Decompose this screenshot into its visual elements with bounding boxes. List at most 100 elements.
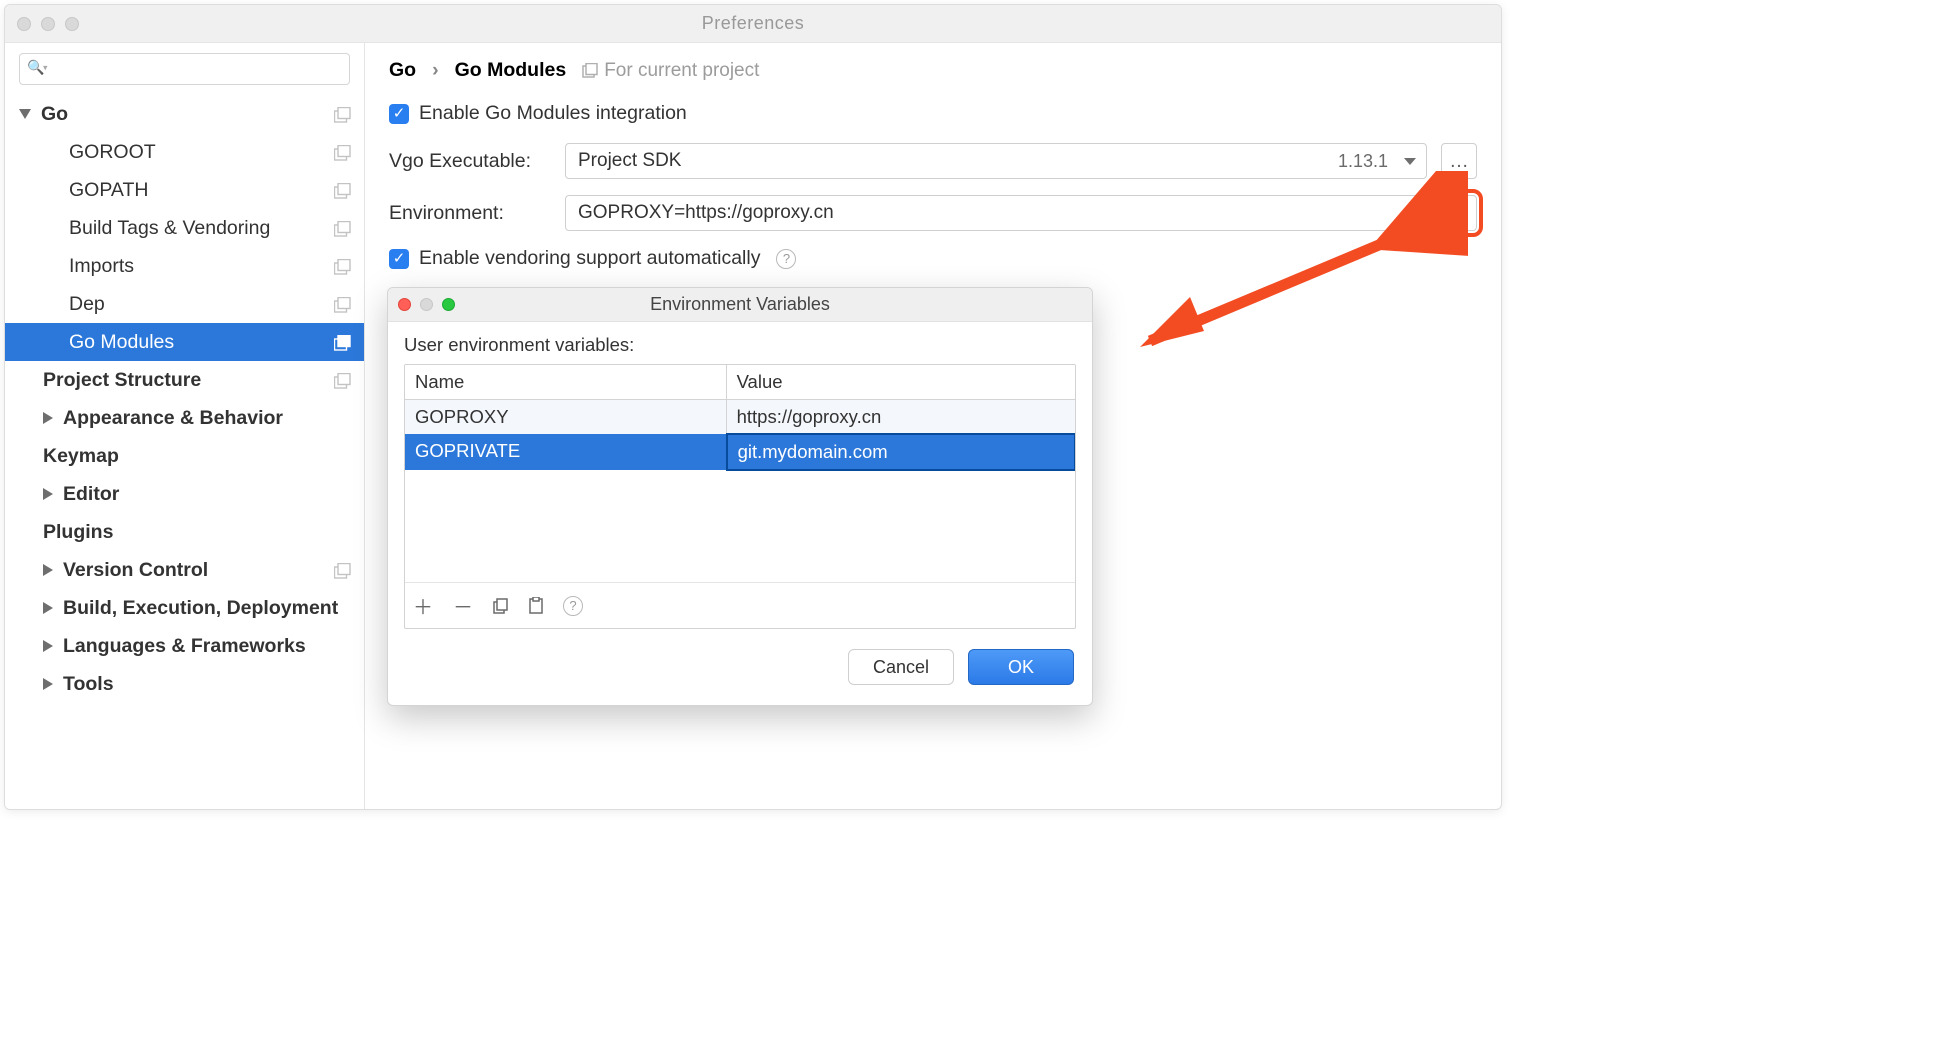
copy-icon[interactable] bbox=[493, 591, 509, 620]
sidebar-item-build-tags-vendoring[interactable]: Build Tags & Vendoring bbox=[5, 209, 364, 247]
sidebar-item-build-execution-deployment[interactable]: Build, Execution, Deployment bbox=[5, 589, 364, 627]
cell-value[interactable]: git.mydomain.com bbox=[726, 433, 1076, 471]
window-controls bbox=[17, 17, 79, 31]
environment-variables-dialog: Environment Variables User environment v… bbox=[387, 287, 1093, 706]
breadcrumb-part[interactable]: Go bbox=[389, 59, 416, 82]
sidebar-item-go[interactable]: Go bbox=[5, 95, 364, 133]
project-scope-icon bbox=[334, 220, 352, 236]
sidebar-item-tools[interactable]: Tools bbox=[5, 665, 364, 703]
breadcrumb: Go › Go Modules For current project bbox=[389, 59, 1477, 82]
sidebar-item-label: Editor bbox=[63, 483, 119, 506]
vgo-version: 1.13.1 bbox=[1338, 151, 1414, 172]
sidebar-item-label: Tools bbox=[63, 673, 114, 696]
vgo-value: Project SDK bbox=[578, 150, 681, 172]
close-icon[interactable] bbox=[17, 17, 31, 31]
chevron-right-icon[interactable] bbox=[43, 602, 53, 614]
chevron-right-icon[interactable] bbox=[43, 488, 53, 500]
sidebar-item-imports[interactable]: Imports bbox=[5, 247, 364, 285]
sidebar-item-label: GOROOT bbox=[69, 141, 156, 164]
column-value-header[interactable]: Value bbox=[727, 365, 1075, 399]
sidebar-item-label: GOPATH bbox=[69, 179, 148, 202]
chevron-down-icon[interactable] bbox=[19, 109, 31, 119]
sidebar-item-label: Appearance & Behavior bbox=[63, 407, 283, 430]
help-icon[interactable]: ? bbox=[563, 591, 583, 620]
sidebar-item-project-structure[interactable]: Project Structure bbox=[5, 361, 364, 399]
remove-icon[interactable]: － bbox=[453, 591, 473, 620]
sidebar-item-languages-frameworks[interactable]: Languages & Frameworks bbox=[5, 627, 364, 665]
enable-go-modules-row[interactable]: ✓ Enable Go Modules integration bbox=[389, 102, 1477, 125]
edit-environment-button[interactable] bbox=[1441, 195, 1477, 231]
chevron-down-icon: ▾ bbox=[43, 63, 48, 74]
table-row[interactable]: GOPRIVATE git.mydomain.com bbox=[405, 434, 1075, 470]
sidebar-item-keymap[interactable]: Keymap bbox=[5, 437, 364, 475]
project-scope-icon bbox=[334, 372, 352, 388]
sidebar-item-gopath[interactable]: GOPATH bbox=[5, 171, 364, 209]
browse-button[interactable]: … bbox=[1441, 143, 1477, 179]
sidebar-item-dep[interactable]: Dep bbox=[5, 285, 364, 323]
search-input[interactable] bbox=[19, 53, 350, 85]
checkbox-checked-icon[interactable]: ✓ bbox=[389, 249, 409, 269]
chevron-right-icon[interactable] bbox=[43, 564, 53, 576]
preferences-window: Preferences 🔍 ▾ GoGOROOTGOPATHBuild Tags… bbox=[4, 4, 1502, 810]
dialog-footer: Cancel OK bbox=[388, 633, 1092, 705]
env-row: Environment: GOPROXY=https://goproxy.cn bbox=[389, 195, 1477, 231]
sidebar-item-label: Imports bbox=[69, 255, 134, 278]
sidebar-item-label: Go bbox=[41, 103, 68, 126]
enable-vendoring-row[interactable]: ✓ Enable vendoring support automatically… bbox=[389, 247, 1477, 270]
sidebar-item-label: Build Tags & Vendoring bbox=[69, 217, 270, 240]
enable-go-modules-label: Enable Go Modules integration bbox=[419, 102, 687, 125]
env-label: Environment: bbox=[389, 202, 551, 225]
checkbox-checked-icon[interactable]: ✓ bbox=[389, 104, 409, 124]
minimize-icon[interactable] bbox=[420, 298, 433, 311]
env-table: Name Value GOPROXY https://goproxy.cn GO… bbox=[404, 364, 1076, 629]
chevron-right-icon: › bbox=[432, 59, 439, 82]
cell-name[interactable]: GOPRIVATE bbox=[405, 434, 727, 470]
table-row[interactable]: GOPROXY https://goproxy.cn bbox=[405, 400, 1075, 434]
sidebar-item-label: Plugins bbox=[43, 521, 113, 544]
settings-tree: GoGOROOT GOPATH Build Tags & Vendoring Impo… bbox=[5, 93, 364, 809]
scope-label: For current project bbox=[582, 60, 759, 82]
sidebar-item-goroot[interactable]: GOROOT bbox=[5, 133, 364, 171]
window-title: Preferences bbox=[5, 13, 1501, 34]
user-env-label: User environment variables: bbox=[404, 334, 1076, 356]
cancel-button[interactable]: Cancel bbox=[848, 649, 954, 685]
vgo-label: Vgo Executable: bbox=[389, 150, 551, 173]
zoom-icon[interactable] bbox=[442, 298, 455, 311]
project-scope-icon bbox=[334, 106, 352, 122]
chevron-right-icon[interactable] bbox=[43, 678, 53, 690]
add-icon[interactable]: ＋ bbox=[413, 591, 433, 620]
dialog-titlebar: Environment Variables bbox=[388, 288, 1092, 322]
chevron-right-icon[interactable] bbox=[43, 412, 53, 424]
cell-name[interactable]: GOPROXY bbox=[405, 400, 727, 434]
sidebar-item-label: Dep bbox=[69, 293, 105, 316]
zoom-icon[interactable] bbox=[65, 17, 79, 31]
sidebar-item-version-control[interactable]: Version Control bbox=[5, 551, 364, 589]
project-scope-icon bbox=[334, 334, 352, 350]
help-icon[interactable]: ? bbox=[776, 249, 796, 269]
column-name-header[interactable]: Name bbox=[405, 365, 727, 399]
sidebar-item-label: Keymap bbox=[43, 445, 119, 468]
project-scope-icon bbox=[334, 562, 352, 578]
table-toolbar: ＋ － ? bbox=[405, 582, 1075, 628]
ok-button[interactable]: OK bbox=[968, 649, 1074, 685]
environment-field[interactable]: GOPROXY=https://goproxy.cn bbox=[565, 195, 1427, 231]
sidebar-item-appearance-behavior[interactable]: Appearance & Behavior bbox=[5, 399, 364, 437]
project-scope-icon bbox=[334, 296, 352, 312]
titlebar: Preferences bbox=[5, 5, 1501, 43]
table-empty-area bbox=[405, 470, 1075, 582]
sidebar-item-label: Project Structure bbox=[43, 369, 201, 392]
enable-vendoring-label: Enable vendoring support automatically bbox=[419, 247, 760, 270]
sidebar-item-plugins[interactable]: Plugins bbox=[5, 513, 364, 551]
sidebar-item-label: Go Modules bbox=[69, 331, 174, 354]
cell-value[interactable]: https://goproxy.cn bbox=[727, 400, 1075, 434]
paste-icon[interactable] bbox=[529, 591, 543, 620]
sidebar-item-go-modules[interactable]: Go Modules bbox=[5, 323, 364, 361]
vgo-executable-select[interactable]: Project SDK 1.13.1 bbox=[565, 143, 1427, 179]
minimize-icon[interactable] bbox=[41, 17, 55, 31]
close-icon[interactable] bbox=[398, 298, 411, 311]
project-scope-icon bbox=[334, 144, 352, 160]
sidebar-item-label: Languages & Frameworks bbox=[63, 635, 306, 658]
sidebar-item-label: Version Control bbox=[63, 559, 208, 582]
chevron-right-icon[interactable] bbox=[43, 640, 53, 652]
sidebar-item-editor[interactable]: Editor bbox=[5, 475, 364, 513]
